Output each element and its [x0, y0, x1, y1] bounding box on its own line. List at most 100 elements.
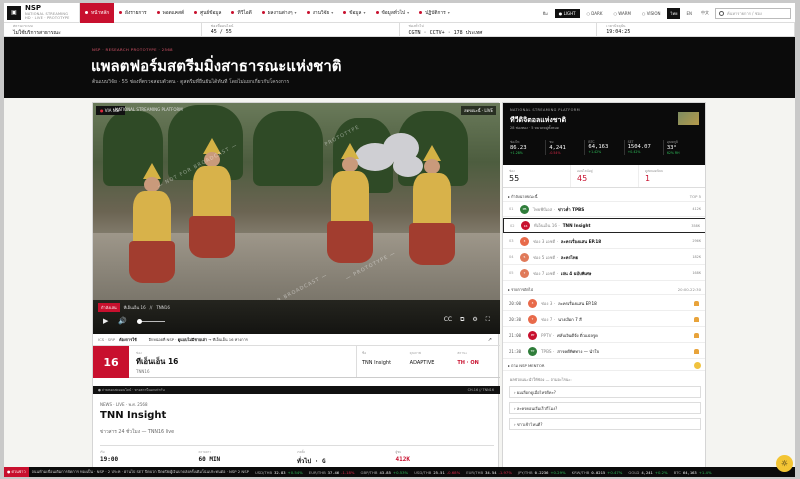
nav-item[interactable]: งานวิจัย ▾ — [302, 3, 339, 23]
stat-change: +1.28% — [510, 151, 523, 155]
theme-vision-button[interactable]: ○ VISION — [638, 9, 665, 18]
settings-icon[interactable]: ⚙ — [472, 316, 477, 324]
nav-dot-icon — [306, 11, 310, 14]
market-stats: ช่องไท 86.23 +1.28% ชม 4,241 -0.54% BTC 64,163 +… — [510, 140, 702, 155]
nav-dot-icon — [194, 11, 198, 14]
crumb-label[interactable]: ต้องการใช้ — [119, 337, 137, 343]
count-cell: ช่อง 55 — [503, 165, 571, 187]
scene-tree — [253, 111, 323, 186]
info-value: CGTN · CCTV+ · 178 ประเทศ — [408, 30, 483, 36]
schedule-time: 20:00 — [509, 300, 522, 306]
lang-zh-button[interactable]: 中文 — [698, 8, 712, 18]
nav-item[interactable]: ปฏิบัติการ ▾ — [414, 3, 455, 23]
schedule-item[interactable]: 20:30 7 ช่อง 7 · นางเงือก 7 สี — [503, 312, 705, 327]
nav-item[interactable]: ผลงานต่างๆ ▾ — [257, 3, 302, 23]
list-item[interactable]: 04 5 ช่อง 5 เอชดี · ละครไทย 182K — [503, 250, 705, 265]
list-item-channel: ช่อง 3 เอชดี · — [533, 238, 558, 244]
video-player[interactable]: — NOT FOR BROADCAST — PROTOTYPE — NOT FO… — [93, 103, 500, 334]
channel-logo-icon: PB — [520, 204, 529, 214]
playing-code: TNN16 — [156, 305, 170, 310]
ticker-change: +0.54% — [287, 469, 303, 475]
schedule-show: สารคดีทิศทาง — นำใจ — [557, 348, 600, 354]
ticker-symbol: USD/THB — [414, 469, 432, 475]
channel-logo-icon: 3 — [520, 236, 529, 246]
theme-dark-button[interactable]: ○ DARK — [583, 9, 607, 18]
channel-logo-icon: 16 — [521, 221, 530, 230]
list-item-show: ละครไทย — [560, 254, 579, 260]
nav-item[interactable]: พอดแคสต์ — [152, 3, 190, 23]
schedule-heading[interactable]: ▸ รายการถัดไป 20:00-22:30 — [503, 285, 705, 295]
schedule-item[interactable]: 21:00 PP PPTV · ศลับเงินดีจัง ติ่วแปลรูด — [503, 328, 705, 343]
schedule-show: นางเงือก 7 สี — [558, 316, 582, 322]
bell-icon[interactable] — [694, 316, 699, 322]
player-live-badge: สดขณะนี้ · LIVE — [461, 106, 496, 115]
play-icon[interactable]: ▶ — [103, 317, 108, 325]
bell-icon[interactable] — [694, 332, 699, 338]
list-item[interactable]: 02 16 ทีเอ็นเอ็น 16 · TNN Insight 358K — [503, 218, 705, 233]
channel-logo-icon: 5 — [520, 252, 529, 262]
program-meta-value: 60 MIN — [198, 456, 221, 463]
ticker-item: GBP/THB 43.85 +0.53% — [361, 470, 409, 475]
lang-en-button[interactable]: EN — [683, 9, 695, 18]
list-item[interactable]: 03 3 ช่อง 3 เอชดี · ละครเรื่องแสน EP.18 296K — [503, 234, 705, 249]
nav-item[interactable]: หน้าหลัก — [80, 3, 115, 23]
nav-item-label: ข้อมูลทั่วไป — [381, 10, 406, 16]
schedule-show: ละครเรื่องแสน EP.18 — [558, 300, 597, 306]
viewer-count: 182K — [692, 255, 701, 259]
schedule-item[interactable]: 20:00 3 ช่อง 3 · ละครเรื่องแสน EP.18 — [503, 296, 705, 311]
crumb-group[interactable]: อีกหน่อยที่ NSP · ดูแบบไม่มีชายเล่า → ที… — [149, 337, 248, 343]
channel-thumbnail[interactable] — [678, 112, 699, 125]
nav-item[interactable]: ข้อมูลทั่วไป ▾ — [371, 3, 415, 23]
volume-slider[interactable] — [137, 318, 166, 324]
lang-th-button[interactable]: ไทย — [667, 7, 681, 19]
nav-item[interactable]: ผังรายการ — [114, 3, 151, 23]
mentor-question[interactable]: › ผมเลือกดูเมื่อไหร่ดีคะ? — [509, 386, 701, 398]
channel-logo-icon: TP — [528, 346, 537, 356]
program-meta-label: เริ่ม — [100, 450, 105, 454]
theme-warm-button[interactable]: ○ WARM — [609, 9, 634, 18]
channel-cell-label: สถานะ — [457, 351, 468, 355]
brand-name: NSP — [25, 3, 42, 12]
volume-icon[interactable]: 🔊 — [118, 317, 127, 325]
theme-label: ธีม — [542, 10, 548, 16]
schedule-item[interactable]: 21:30 TP TPBS · สารคดีทิศทาง — นำใจ — [503, 344, 705, 359]
viewer-count: 412K — [692, 207, 701, 211]
pip-icon[interactable]: ⧉ — [460, 316, 464, 324]
external-link-icon[interactable]: ↗ — [488, 337, 492, 343]
page-title: แพลตฟอร์มสตรีมมิ่งสาธารณะแห่งชาติ — [91, 57, 342, 75]
main-nav: หน้าหลัก ผังรายการ พอดแคสต์ ศูนย์ข้อมูล ทีวี… — [80, 3, 455, 23]
nav-item[interactable]: ศูนย์ข้อมูล — [189, 3, 226, 23]
captions-icon[interactable]: CC — [444, 316, 452, 324]
program-strip-left: ● ถ่ายทอดสดออนไลน์ · ทางสถานีนอกเท่ากัน — [98, 387, 165, 392]
assistant-fab-icon[interactable]: ☼ — [776, 455, 793, 472]
mentor-question[interactable]: › ละครคอนเริ่มเร็วกี่โมง? — [509, 402, 701, 414]
nav-right: ธีม ● LIGHT ○ DARK ○ WARM ○ VISION ไทย E… — [539, 3, 791, 23]
channel-cell-value: TNN Insight — [362, 360, 392, 366]
brand[interactable]: ▣ NSP NATIONAL STREAMING HD · LIVE · PRO… — [4, 3, 80, 23]
sidebar-kicker: NATIONAL STREAMING PLATFORM — [510, 108, 581, 112]
mentor-heading[interactable]: ▸ ถาม NSP MENTOR — [503, 361, 705, 371]
ticker-symbol: KRW/THB — [571, 469, 590, 475]
player-controls: กำลังเล่น ทีเอ็นเอ็น 16 // TNN16 ▶ 🔊 CC … — [93, 300, 500, 334]
list-item-show: TNN Insight — [562, 223, 591, 228]
fullscreen-icon[interactable]: ⛶ — [486, 316, 490, 324]
bell-icon[interactable] — [694, 348, 699, 354]
schedule-channel: ช่อง 7 · — [541, 316, 556, 322]
theme-light-button[interactable]: ● LIGHT — [554, 8, 580, 18]
bell-icon[interactable] — [694, 300, 699, 306]
channel-name: ทีเอ็นเอ็น 16 — [136, 357, 179, 366]
ticker-change: +1.4% — [698, 469, 712, 475]
list-item[interactable]: 05 7 ช่อง 7 เอชดี · เล่น 4 ฉบับพิเศษ 168K — [503, 266, 705, 281]
nav-item[interactable]: ข้อมูล ▾ — [338, 3, 370, 23]
list-item-show: เล่น 4 ฉบับพิเศษ — [560, 270, 592, 276]
search-input[interactable]: ค้นหารายการ / ช่อง — [715, 7, 791, 19]
playing-badge: กำลังเล่น — [98, 303, 120, 312]
playing-channel: ทีเอ็นเอ็น 16 — [123, 305, 146, 310]
nav-item-label: พอดแคสต์ — [162, 10, 185, 16]
mentor-question[interactable]: › ข่าวเช้าไหนดี? — [509, 418, 701, 430]
channel-logo-icon: 7 — [528, 314, 537, 324]
nav-item[interactable]: ทีวีไอดี — [226, 3, 256, 23]
nav-dot-icon — [231, 11, 235, 14]
list-item[interactable]: 01 PB ไทยพีบีเอส · ข่าวค่ำ TPBS 412K — [503, 202, 705, 217]
top-now-heading[interactable]: ▸ กำลังฉายขณะนี้ TOP 5 — [503, 192, 705, 202]
